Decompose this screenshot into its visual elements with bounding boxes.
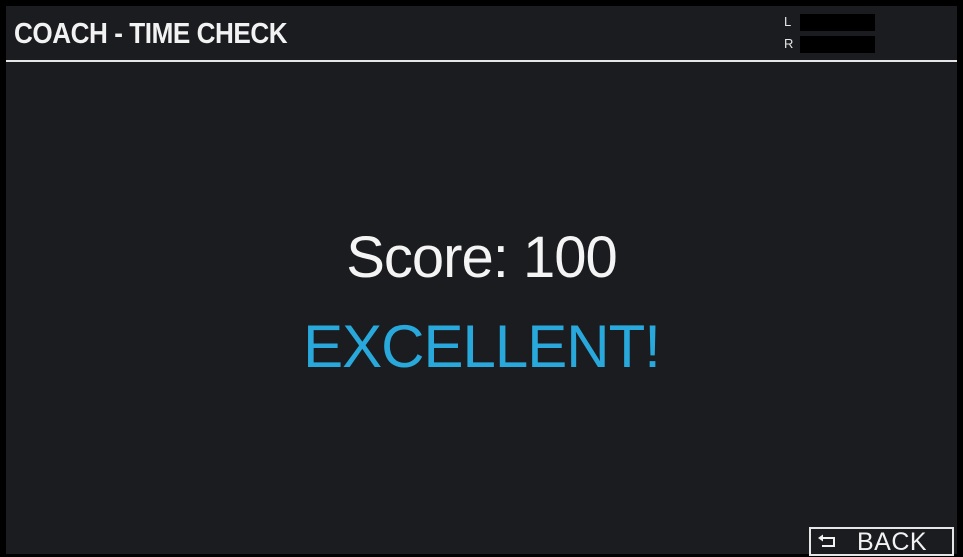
score-value: 100 [522, 225, 618, 290]
header-bar: COACH - TIME CHECK L R [6, 6, 957, 62]
back-button-label: BACK [857, 528, 928, 556]
meter-right-bar [800, 36, 875, 53]
screen: COACH - TIME CHECK L R Score: 100 EXCELL… [0, 0, 963, 556]
meter-right-label: R [784, 36, 794, 51]
return-arrow-icon [818, 534, 835, 547]
meter-left-channel: L [781, 14, 881, 32]
meter-right-channel: R [781, 36, 881, 54]
level-meter: L R [781, 12, 881, 56]
back-button[interactable]: BACK [809, 527, 954, 556]
score-label: Score: [346, 225, 509, 290]
rating-text: EXCELLENT! [303, 313, 661, 380]
meter-left-label: L [784, 14, 792, 29]
score-display: Score: 100 [6, 224, 957, 291]
meter-left-bar [800, 14, 875, 31]
page-title: COACH - TIME CHECK [14, 18, 288, 50]
